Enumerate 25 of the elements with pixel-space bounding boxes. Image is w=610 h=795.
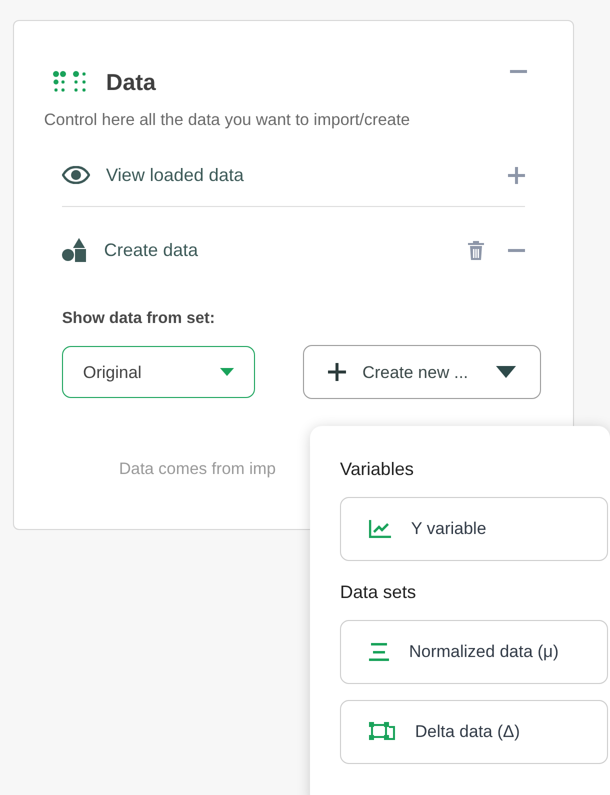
footer-text: Data comes from imp [119, 459, 276, 480]
menu-item[interactable]: Y variable [340, 497, 608, 561]
shapes-icon [62, 238, 88, 262]
eye-icon [62, 166, 90, 184]
menu-item[interactable]: Normalized data (μ) [340, 620, 608, 684]
menu-heading: Variables [340, 458, 415, 481]
panel-title: Data [106, 68, 156, 97]
field-label: Show data from set: [62, 309, 216, 330]
plus-icon [328, 363, 346, 382]
center-align-icon [369, 643, 389, 661]
bounding-box-icon [369, 722, 395, 742]
caret-icon [496, 366, 516, 378]
minus-icon[interactable] [510, 70, 527, 73]
minus-icon[interactable] [508, 248, 525, 252]
create-new-button[interactable]: Create new ... [303, 345, 541, 400]
menu-item[interactable]: Delta data (Δ) [340, 700, 608, 764]
set-select[interactable]: Original [62, 346, 256, 398]
panel-description: Control here all the data you want to import/create [44, 110, 411, 130]
section-title: View loaded data [106, 164, 244, 187]
caret-icon [220, 368, 234, 376]
section-title: Create data [104, 238, 198, 262]
chart-icon [369, 520, 391, 538]
plus-icon[interactable] [508, 166, 525, 184]
menu-heading: Data sets [340, 581, 418, 604]
trash-icon[interactable] [468, 240, 484, 260]
